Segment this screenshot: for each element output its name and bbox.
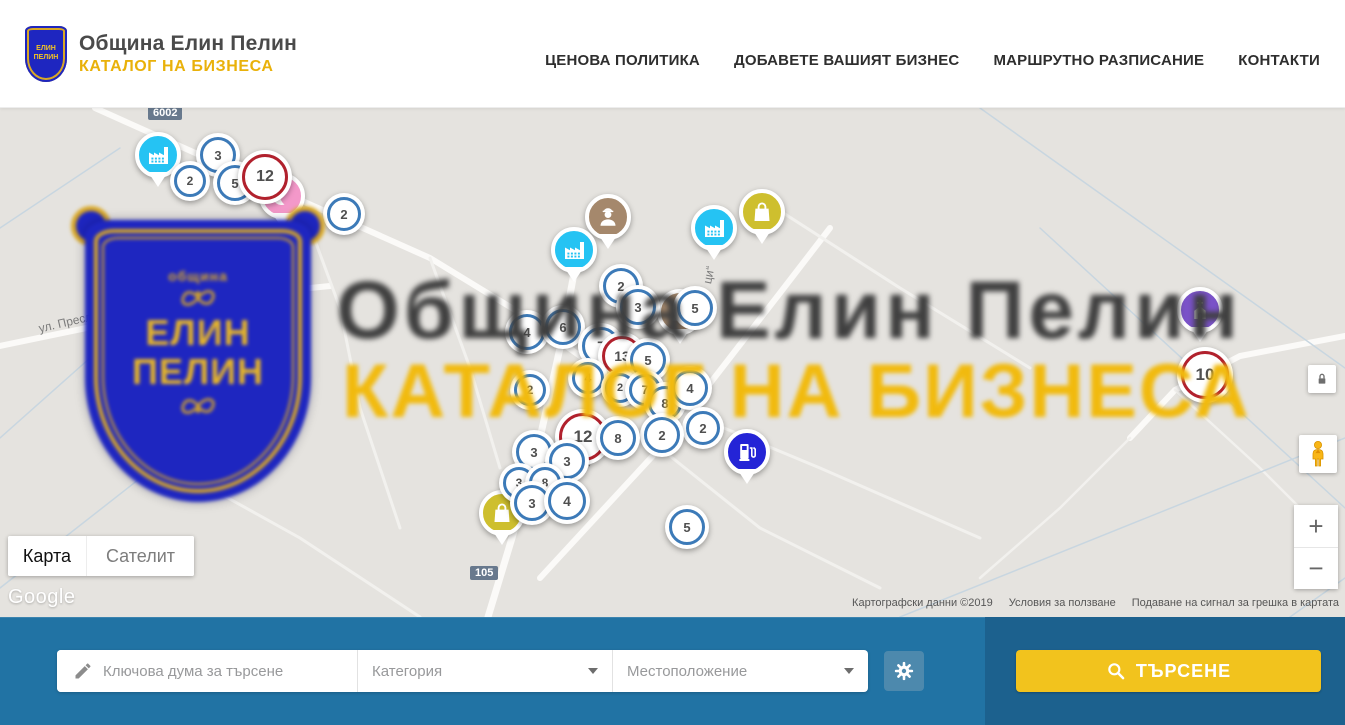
gear-icon bbox=[893, 660, 915, 682]
google-logo[interactable]: Google bbox=[8, 586, 76, 609]
nav-route-schedule[interactable]: МАРШРУТНО РАЗПИСАНИЕ bbox=[993, 52, 1204, 69]
search-button[interactable]: ТЪРСЕНЕ bbox=[1016, 650, 1321, 692]
search-bar: Категория Местоположение bbox=[0, 617, 1345, 725]
markers-layer: 32512223546713524278422128333834510 bbox=[0, 108, 1345, 617]
map-type-map-button[interactable]: Карта bbox=[8, 536, 86, 576]
cluster-marker[interactable]: 2 bbox=[682, 407, 724, 449]
factory-pin[interactable] bbox=[688, 202, 740, 254]
category-dropdown[interactable]: Категория bbox=[357, 650, 612, 692]
main-nav: ЦЕНОВА ПОЛИТИКА ДОБАВЕТЕ ВАШИЯТ БИЗНЕС М… bbox=[545, 52, 1320, 69]
header: ЕЛИН ПЕЛИН Община Елин Пелин КАТАЛОГ НА … bbox=[0, 0, 1345, 108]
pencil-icon bbox=[73, 661, 93, 681]
page: ЕЛИН ПЕЛИН Община Елин Пелин КАТАЛОГ НА … bbox=[0, 0, 1345, 725]
cluster-marker[interactable]: 2 bbox=[640, 413, 684, 457]
shopping-bag-icon bbox=[739, 189, 785, 235]
crest-text: ЕЛИН ПЕЛИН bbox=[31, 45, 61, 63]
cluster-marker[interactable]: 2 bbox=[170, 161, 210, 201]
cluster-marker[interactable]: 2 bbox=[323, 193, 365, 235]
keyword-field bbox=[57, 650, 357, 692]
lock-icon bbox=[1314, 371, 1330, 387]
church-pin[interactable] bbox=[1174, 284, 1226, 336]
fuel-pin[interactable] bbox=[721, 426, 773, 478]
pegman-icon bbox=[1306, 440, 1330, 468]
map-attribution: Картографски данни ©2019 Условия за полз… bbox=[852, 597, 1339, 609]
location-dropdown[interactable]: Местоположение bbox=[612, 650, 868, 692]
location-dropdown-label: Местоположение bbox=[627, 663, 747, 680]
cluster-marker[interactable]: 10 bbox=[1177, 347, 1233, 403]
cluster-marker[interactable]: 2 bbox=[510, 370, 550, 410]
search-button-label: ТЪРСЕНЕ bbox=[1136, 661, 1231, 682]
shopping-bag-pin[interactable] bbox=[736, 186, 788, 238]
nav-contacts[interactable]: КОНТАКТИ bbox=[1238, 52, 1320, 69]
category-dropdown-label: Категория bbox=[372, 663, 442, 680]
advanced-settings-button[interactable] bbox=[884, 651, 924, 691]
factory-icon bbox=[691, 205, 737, 251]
chevron-down-icon bbox=[588, 668, 598, 674]
search-button-panel: ТЪРСЕНЕ bbox=[985, 617, 1345, 725]
keyword-search-input[interactable] bbox=[57, 650, 357, 692]
municipality-crest-icon: ЕЛИН ПЕЛИН bbox=[25, 26, 67, 82]
factory-icon bbox=[551, 227, 597, 273]
chevron-down-icon bbox=[844, 668, 854, 674]
zoom-control: + − bbox=[1294, 505, 1338, 589]
cluster-marker[interactable]: 4 bbox=[668, 366, 712, 410]
attribution-terms-link[interactable]: Условия за ползване bbox=[1009, 597, 1116, 609]
cluster-marker[interactable]: 4 bbox=[544, 478, 590, 524]
attribution-copyright: Картографски данни ©2019 bbox=[852, 597, 993, 609]
street-view-pegman-button[interactable] bbox=[1299, 435, 1337, 473]
zoom-in-button[interactable]: + bbox=[1294, 505, 1338, 548]
search-fields: Категория Местоположение bbox=[57, 650, 868, 692]
cluster-marker[interactable]: 5 bbox=[665, 505, 709, 549]
factory-pin[interactable] bbox=[548, 224, 600, 276]
site-logo[interactable]: ЕЛИН ПЕЛИН Община Елин Пелин КАТАЛОГ НА … bbox=[25, 26, 297, 82]
cluster-marker[interactable]: 3 bbox=[616, 285, 660, 329]
cluster-marker[interactable]: 8 bbox=[596, 416, 640, 460]
google-map[interactable]: ул. Преслав бул. „Новоселци“ ци“ 6002 10… bbox=[0, 108, 1345, 617]
fuel-icon bbox=[724, 429, 770, 475]
search-icon bbox=[1106, 661, 1126, 681]
attribution-report-link[interactable]: Подаване на сигнал за грешка в картата bbox=[1132, 597, 1339, 609]
nav-add-business[interactable]: ДОБАВЕТЕ ВАШИЯТ БИЗНЕС bbox=[734, 52, 959, 69]
zoom-out-button[interactable]: − bbox=[1294, 548, 1338, 590]
map-type-control: Карта Сателит bbox=[8, 536, 194, 576]
nav-pricing-policy[interactable]: ЦЕНОВА ПОЛИТИКА bbox=[545, 52, 700, 69]
church-icon bbox=[1177, 287, 1223, 333]
cluster-marker[interactable]: 12 bbox=[238, 150, 292, 204]
site-title: Община Елин Пелин bbox=[79, 32, 297, 56]
map-type-satellite-button[interactable]: Сателит bbox=[86, 536, 194, 576]
fullscreen-lock-button[interactable] bbox=[1308, 365, 1336, 393]
site-subtitle: КАТАЛОГ НА БИЗНЕСА bbox=[79, 58, 297, 76]
cluster-marker[interactable]: 5 bbox=[673, 286, 717, 330]
